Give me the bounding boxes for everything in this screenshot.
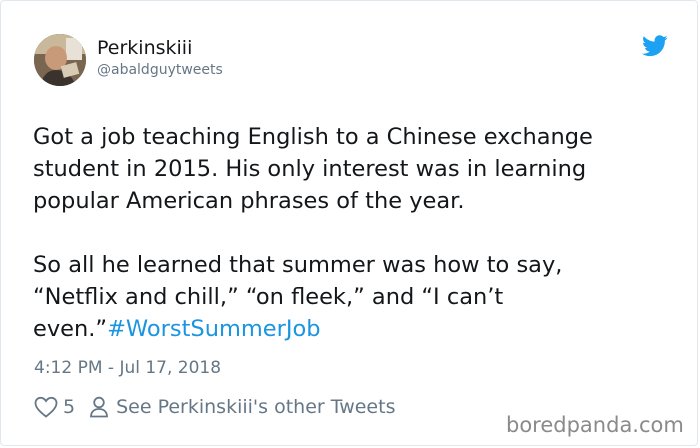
tweet-line-end: even.” bbox=[33, 316, 108, 342]
other-tweets-label: See Perkinskiii's other Tweets bbox=[116, 396, 396, 418]
tweet-line: So all he learned that summer was how to… bbox=[33, 252, 563, 278]
like-button[interactable]: 5 bbox=[34, 396, 75, 418]
user-avatar-image bbox=[34, 34, 86, 86]
watermark: boredpanda.com bbox=[506, 413, 684, 437]
hashtag-link[interactable]: #WorstSummerJob bbox=[107, 316, 321, 342]
tweet-timestamp[interactable]: 4:12 PM - Jul 17, 2018 bbox=[34, 358, 221, 378]
tweet-text: Got a job teaching English to a Chinese … bbox=[33, 121, 673, 345]
tweet-actions: 5 See Perkinskiii's other Tweets bbox=[34, 394, 395, 420]
person-icon bbox=[90, 396, 108, 418]
tweet-line: popular American phrases of the year. bbox=[33, 188, 465, 214]
avatar[interactable] bbox=[34, 34, 86, 86]
author-display-name[interactable]: Perkinskiii bbox=[97, 37, 192, 59]
tweet-line: “Netflix and chill,” “on fleek,” and “I … bbox=[33, 284, 504, 310]
tweet-line: student in 2015. His only interest was i… bbox=[33, 156, 587, 182]
tweet-line: Got a job teaching English to a Chinese … bbox=[33, 124, 593, 150]
tweet-card: Perkinskiii @abaldguytweets Got a job te… bbox=[0, 0, 698, 446]
heart-icon bbox=[34, 396, 58, 418]
other-tweets-link[interactable]: See Perkinskiii's other Tweets bbox=[89, 396, 395, 418]
author-handle[interactable]: @abaldguytweets bbox=[97, 62, 223, 78]
twitter-bird-icon[interactable] bbox=[642, 35, 668, 57]
tweet-line-last: even.”#WorstSummerJob bbox=[33, 313, 673, 345]
like-count: 5 bbox=[63, 396, 76, 418]
